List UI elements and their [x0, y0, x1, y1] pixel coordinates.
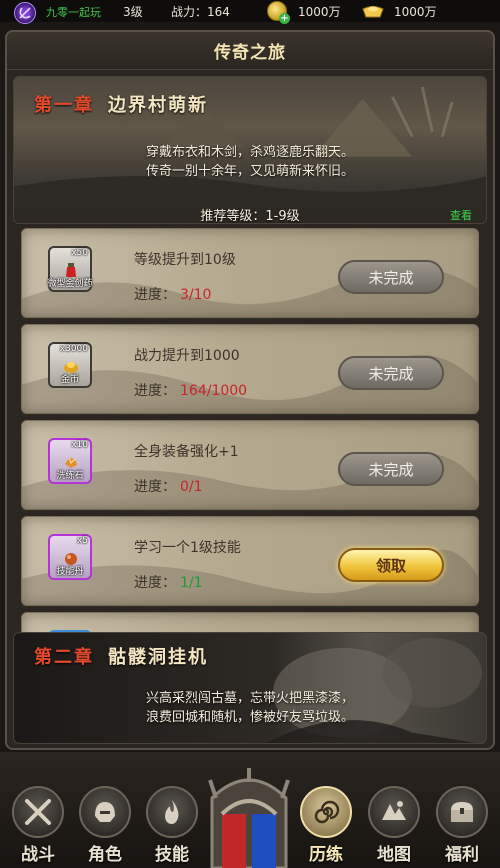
reward-item[interactable]: x3000 金币 — [48, 342, 92, 388]
reward-count: x3000 — [59, 344, 88, 354]
chapter-1-title: 第一章 边界村萌新 — [34, 91, 208, 117]
task-progress: 进度： 3/10 — [134, 284, 211, 304]
reward-name: 金币 — [60, 375, 79, 385]
top-status-bar: 九零一起玩 3级 战力：164 1000万 1000万 — [0, 0, 500, 24]
claim-button[interactable]: 领取 — [338, 548, 444, 582]
nav-character[interactable]: 角色 — [75, 786, 135, 866]
gold-coin-add-icon[interactable] — [267, 1, 290, 24]
chapter-1-banner: 第一章 边界村萌新 穿戴布衣和木剑，杀鸡逐鹿乐翻天。 传奇一别十余年，又见萌新来怀… — [13, 76, 487, 224]
spiral-icon — [300, 786, 352, 838]
map-icon — [368, 786, 420, 838]
nav-skills[interactable]: 技能 — [142, 786, 202, 866]
chapter-2-verse: 兴高采烈闯古墓，忘带火把黑漆漆， 浪费回城和随机，惨被好友骂垃圾。 — [14, 689, 486, 727]
gold-amount: 1000万 — [298, 5, 341, 19]
reward-item[interactable]: x10 洗练石 — [48, 438, 92, 484]
bottom-navigation: 战斗 角色 技能 历练 地图 福利 — [0, 752, 500, 868]
chapter-1-verse-line1: 穿戴布衣和木剑，杀鸡逐鹿乐翻天。 — [145, 145, 354, 160]
reward-item[interactable]: x5 技能丹 — [48, 534, 92, 580]
task-progress: 进度： 164/1000 — [134, 380, 247, 400]
chapter-1-number: 第一章 — [34, 95, 94, 116]
progress-value: 3/10 — [180, 287, 212, 303]
portal-gate-icon[interactable] — [206, 768, 292, 868]
crossed-swords-icon — [12, 786, 64, 838]
nav-battle[interactable]: 战斗 — [8, 786, 68, 866]
task-row: x10 洗练石 全身装备强化+1 进度： 0/1 未完成 — [21, 420, 479, 511]
incomplete-button[interactable]: 未完成 — [338, 356, 444, 390]
legend-journey-panel: 传奇之旅 第一章 边界村萌新 穿戴布衣和木剑，杀鸡逐鹿乐翻天。 传奇一别十余年，又… — [5, 30, 495, 750]
chapter-2-verse-line1: 兴高采烈闯古墓，忘带火把黑漆漆， — [145, 691, 354, 706]
ingot-amount: 1000万 — [394, 5, 437, 19]
task-progress: 进度： 0/1 — [134, 476, 203, 496]
player-level: 3级 — [123, 5, 143, 19]
chapter-2-verse-line2: 浪费回城和随机，惨被好友骂垃圾。 — [145, 710, 354, 725]
reward-name: 微型金创药 — [47, 279, 93, 289]
nav-label: 历练 — [309, 845, 343, 865]
nav-training[interactable]: 历练 — [296, 786, 356, 866]
progress-label: 进度： — [134, 287, 176, 303]
chest-icon — [436, 786, 488, 838]
chapter-2-number: 第二章 — [34, 647, 94, 668]
chapter-2-title: 第二章 骷髅洞挂机 — [34, 643, 208, 669]
chapter-2-banner: 第二章 骷髅洞挂机 兴高采烈闯古墓，忘带火把黑漆漆， 浪费回城和随机，惨被好友骂垃… — [13, 632, 487, 744]
nav-label: 角色 — [88, 845, 122, 865]
chapter-1-name: 边界村萌新 — [108, 95, 208, 116]
reward-count: x10 — [71, 440, 88, 450]
incomplete-button[interactable]: 未完成 — [338, 260, 444, 294]
task-description: 等级提升到10级 — [134, 252, 236, 268]
progress-label: 进度： — [134, 479, 176, 495]
flame-icon — [146, 786, 198, 838]
nav-label: 战斗 — [21, 845, 55, 865]
nav-label: 地图 — [377, 845, 411, 865]
player-name: 九零一起玩 — [46, 6, 101, 19]
reward-item[interactable]: x50 微型金创药 — [47, 246, 93, 292]
progress-label: 进度： — [134, 383, 176, 399]
chapter-2-name: 骷髅洞挂机 — [108, 647, 208, 668]
reward-name: 技能丹 — [56, 567, 84, 577]
task-description: 战力提升到1000 — [134, 348, 240, 364]
progress-value: 164/1000 — [180, 383, 248, 399]
task-description: 学习一个1级技能 — [134, 540, 241, 556]
task-list[interactable]: x50 微型金创药 等级提升到10级 进度： 3/10 未完成 x3000 金币 … — [21, 228, 479, 636]
incomplete-button[interactable]: 未完成 — [338, 452, 444, 486]
task-progress: 进度： 1/1 — [134, 572, 203, 592]
chapter-1-recommend-level: 推荐等级：1-9级 — [200, 209, 300, 224]
chapter-1-verse-line2: 传奇一别十余年，又见萌新来怀旧。 — [145, 164, 354, 179]
helmet-icon — [79, 786, 131, 838]
reward-count: x5 — [76, 536, 88, 546]
progress-label: 进度： — [134, 575, 176, 591]
chapter-1-view-link[interactable]: 查看 — [450, 207, 472, 223]
nav-label: 福利 — [445, 845, 479, 865]
progress-value: 0/1 — [180, 479, 203, 495]
nav-welfare[interactable]: 福利 — [432, 786, 492, 866]
nav-label: 技能 — [155, 845, 189, 865]
nav-map[interactable]: 地图 — [364, 786, 424, 866]
player-power: 战力：164 — [171, 5, 230, 19]
reward-name: 洗练石 — [56, 471, 84, 481]
gold-ingot-icon — [362, 6, 384, 18]
panel-title: 传奇之旅 — [214, 43, 286, 63]
task-row: x3000 金币 战力提升到1000 进度： 164/1000 未完成 — [21, 324, 479, 415]
progress-value: 1/1 — [180, 575, 203, 591]
panel-header: 传奇之旅 — [7, 32, 493, 70]
reward-count: x50 — [71, 248, 88, 258]
chapter-1-verse: 穿戴布衣和木剑，杀鸡逐鹿乐翻天。 传奇一别十余年，又见萌新来怀旧。 — [14, 143, 486, 181]
player-avatar-icon[interactable] — [14, 2, 36, 24]
task-row: x50 微型金创药 等级提升到10级 进度： 3/10 未完成 — [21, 228, 479, 319]
task-description: 全身装备强化+1 — [134, 444, 239, 460]
task-row: x5 技能丹 学习一个1级技能 进度： 1/1 领取 — [21, 516, 479, 607]
